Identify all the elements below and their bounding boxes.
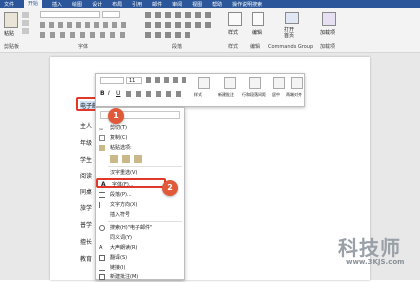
tab-help[interactable]: 帮助 [212,1,222,8]
field-travel[interactable]: 旅学 [80,203,92,212]
step-badge-2: 2 [162,180,178,196]
font-icon: A [101,181,106,188]
step-badge-1: 1 [108,108,124,124]
copy-icon [99,135,105,141]
copy-icon[interactable] [22,20,29,26]
format-painter-icon[interactable] [22,28,29,34]
watermark-logo: 科技师 [338,236,401,260]
home-label: 首页 [284,33,295,39]
tab-file[interactable]: 文件 [4,1,14,8]
menu-item-font[interactable]: A 字体(F)... [96,178,166,188]
paragraph-buttons-row1[interactable] [145,12,215,18]
menu-item-search[interactable]: 搜索(H)"电子邮件" [96,223,184,233]
tab-design[interactable]: 设计 [92,1,102,8]
paste-icon[interactable] [4,12,18,28]
field-student[interactable]: 学生 [80,155,92,164]
mini-bold-button[interactable]: B [100,90,105,97]
mini-font-name[interactable] [100,77,124,84]
mini-toolbar: 11 B I U 样式 新建批注 行和段落间距 居中 两端对齐 [95,73,305,107]
paragraph-buttons-row3[interactable] [145,32,190,38]
scissors-icon: ✂ [99,127,104,133]
mini-italic-button[interactable]: I [108,90,110,97]
paste-label: 粘贴 [4,31,15,37]
mini-justify-icon[interactable] [291,77,303,89]
field-general[interactable]: 普学 [80,220,92,229]
font-size-box[interactable] [102,11,120,18]
group-commands: Commands Group [268,44,314,50]
styles-label: 样式 [228,30,239,36]
menu-item-new-comment[interactable]: 新建批注(M) [96,272,184,282]
group-styles: 样式 [228,44,239,50]
mini-line-spacing-icon[interactable] [249,77,261,89]
mini-line-spacing-label: 行和段落间距 [242,92,266,97]
mini-format-buttons[interactable] [126,91,181,97]
tab-draw[interactable]: 绘图 [72,1,82,8]
open-icon[interactable] [285,12,299,24]
menu-item-text-direction[interactable]: 文字方向(X) [96,200,184,210]
field-grade[interactable]: 年级 [80,138,92,147]
mini-styles-icon[interactable] [198,77,210,89]
menu-item-cut[interactable]: ✂ 剪切(T) [96,123,184,133]
field-education[interactable]: 教育 [80,254,92,263]
paragraph-buttons-row2[interactable] [145,22,215,28]
font-name-box[interactable] [40,11,100,18]
menu-item-translate[interactable]: 翻译(S) [96,253,184,263]
group-paragraph: 段落 [172,44,183,50]
group-font: 字体 [78,44,89,50]
field-strength[interactable]: 擅长 [80,237,92,246]
tab-layout[interactable]: 布局 [112,1,122,8]
tab-review[interactable]: 审阅 [172,1,182,8]
group-editing: 编辑 [250,44,261,50]
tab-mailings[interactable]: 邮件 [152,1,162,8]
read-aloud-icon: A [99,245,103,251]
menu-item-synonyms[interactable]: 同义词(Y) [96,233,184,243]
font-color-buttons[interactable] [40,32,130,38]
translate-icon [99,255,105,261]
ribbon: 粘贴 剪贴板 字体 段落 样式 样式 编辑 编辑 打开 首页 Commands … [0,8,420,53]
mini-center-label: 居中 [272,92,280,97]
paragraph-icon [99,192,105,198]
menu-item-insert-symbol[interactable]: 插入符号 [96,210,184,220]
mini-new-comment-icon[interactable] [224,77,236,89]
menu-item-reconvert[interactable]: 汉字重选(V) [96,168,184,178]
addins-icon[interactable] [322,12,336,26]
tab-view[interactable]: 视图 [192,1,202,8]
editing-label: 编辑 [252,30,263,36]
menu-separator [108,166,182,167]
ribbon-tabs: 文件 开始 插入 绘图 设计 布局 引用 邮件 审阅 视图 帮助 操作说明搜索 [0,0,420,8]
mini-center-icon[interactable] [273,77,285,89]
group-addins: 加载项 [320,44,336,50]
link-icon [99,265,105,271]
editing-icon[interactable] [252,12,264,26]
mini-font-size[interactable]: 11 [126,77,142,84]
tell-me-search[interactable]: 操作说明搜索 [232,1,262,8]
menu-separator [108,221,182,222]
paste-option-icons[interactable] [110,155,142,163]
menu-item-read-aloud[interactable]: A 大声朗读(R) [96,243,184,253]
paste-icon [99,145,105,151]
comment-icon [99,274,105,280]
field-owner[interactable]: 主人 [80,121,92,130]
mini-new-comment-label: 新建批注 [218,92,234,97]
field-deskmate[interactable]: 同桌 [80,187,92,196]
tab-insert[interactable]: 插入 [52,1,62,8]
addins-label: 加载项 [320,30,336,36]
styles-icon[interactable] [228,12,242,26]
mini-styles-label: 样式 [194,92,202,97]
mini-underline-button[interactable]: U [116,90,120,97]
cut-icon[interactable] [22,12,29,18]
search-icon [99,225,105,231]
tab-home[interactable]: 开始 [24,0,43,8]
font-format-buttons[interactable] [40,22,130,28]
mini-grow-shrink[interactable] [146,77,186,83]
mini-justify-label: 两端对齐 [286,92,302,97]
field-reading[interactable]: 阅读 [80,171,92,180]
tab-references[interactable]: 引用 [132,1,142,8]
text-direction-icon [99,202,105,208]
group-clipboard: 剪贴板 [4,44,20,50]
menu-item-paste-options: 粘贴选项: [96,143,184,153]
watermark-url: www.3KJS.com [346,258,405,266]
menu-item-copy[interactable]: 复制(C) [96,133,184,143]
